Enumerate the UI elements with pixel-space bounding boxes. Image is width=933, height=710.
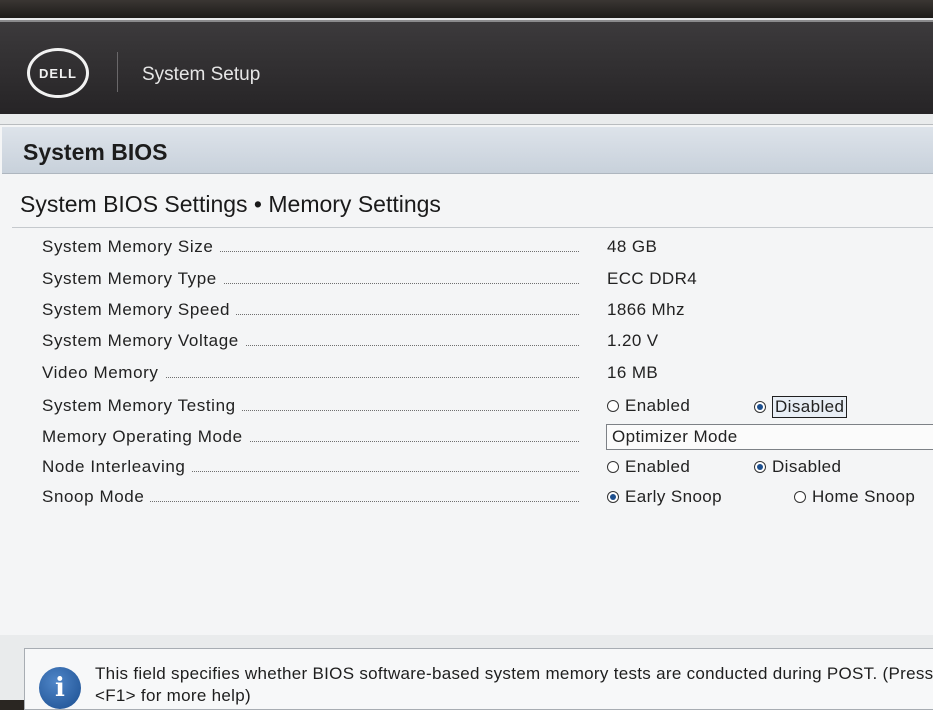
setting-row-memory-voltage: System Memory Voltage 1.20 V [42,331,933,357]
dell-logo: DELL [27,48,89,98]
setting-row-memory-testing: System Memory Testing Enabled Disabled [42,396,933,422]
help-panel: i This field specifies whether BIOS soft… [24,648,933,710]
radio-unchecked-icon [607,461,619,473]
memory-testing-disabled-radio[interactable]: Disabled [754,396,848,418]
setting-label: System Memory Testing [42,396,242,416]
radio-checked-icon [754,461,766,473]
node-interleaving-disabled-radio[interactable]: Disabled [754,457,841,477]
setting-label: System Memory Voltage [42,331,245,351]
divider [12,227,933,228]
setting-row-memory-speed: System Memory Speed 1866 Mhz [42,300,933,326]
app-title: System Setup [142,64,261,85]
setting-value: ECC DDR4 [607,269,698,288]
radio-label: Disabled [772,457,842,476]
setting-label: System Memory Speed [42,300,237,320]
memory-testing-enabled-radio[interactable]: Enabled [607,396,690,416]
setting-value: 48 GB [607,237,658,256]
header-bar: DELL System Setup [0,20,933,114]
info-glyph: i [55,673,65,703]
info-icon: i [39,667,81,709]
operating-mode-select[interactable]: Optimizer Mode [606,424,933,450]
radio-label: Enabled [625,396,691,415]
panel-title-bar: System BIOS [2,127,933,174]
setting-value: 16 MB [607,363,659,382]
setting-label: Video Memory [42,363,165,383]
setting-label: System Memory Size [42,237,220,257]
radio-label: Enabled [625,457,691,476]
radio-checked-icon [607,491,619,503]
radio-checked-icon [754,401,766,413]
node-interleaving-enabled-radio[interactable]: Enabled [607,457,690,477]
setting-label: Snoop Mode [42,487,151,507]
setting-row-snoop-mode: Snoop Mode Early Snoop Home Snoop [42,487,933,513]
radio-label: Disabled [772,396,848,418]
radio-label: Home Snoop [812,487,916,506]
help-text: This field specifies whether BIOS softwa… [95,664,933,705]
breadcrumb: System BIOS Settings • Memory Settings [20,191,441,217]
settings-panel: System BIOS System BIOS Settings • Memor… [0,124,933,635]
setting-row-node-interleaving: Node Interleaving Enabled Disabled [42,457,933,483]
logo-text: DELL [39,65,77,81]
setting-label: System Memory Type [42,269,223,289]
radio-unchecked-icon [607,400,619,412]
page-title: System BIOS [23,139,168,165]
setting-value: 1866 Mhz [607,300,685,319]
snoop-mode-early-radio[interactable]: Early Snoop [607,487,722,507]
radio-unchecked-icon [794,491,806,503]
setting-row-video-memory: Video Memory 16 MB [42,363,933,389]
snoop-mode-home-radio[interactable]: Home Snoop [794,487,915,507]
setting-row-operating-mode: Memory Operating Mode Optimizer Mode [42,424,933,453]
setting-row-memory-size: System Memory Size 48 GB [42,237,933,263]
setting-label: Node Interleaving [42,457,192,477]
header-divider [117,52,118,92]
setting-value: 1.20 V [607,331,659,350]
monitor-bezel [0,0,933,18]
setting-row-memory-type: System Memory Type ECC DDR4 [42,269,933,295]
radio-label: Early Snoop [625,487,723,506]
setting-label: Memory Operating Mode [42,427,249,447]
